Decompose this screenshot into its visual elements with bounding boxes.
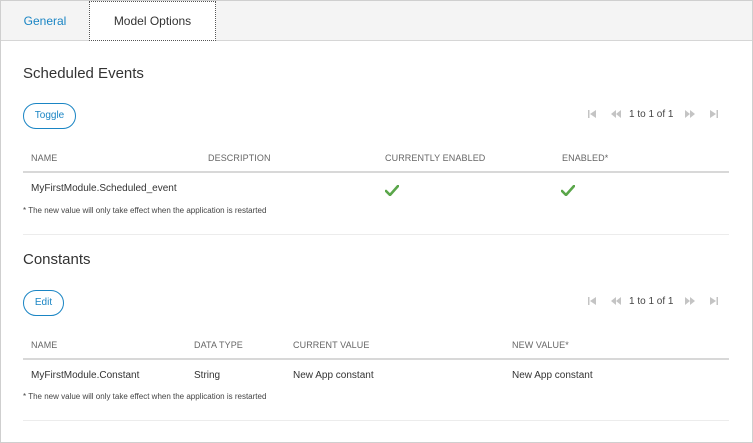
column-header-data-type[interactable]: DATA TYPE <box>194 340 243 350</box>
last-page-icon[interactable] <box>707 106 721 122</box>
pager-status: 1 to 1 of 1 <box>629 295 674 307</box>
restart-footnote: * The new value will only take effect wh… <box>23 206 267 215</box>
previous-page-icon[interactable] <box>609 293 623 309</box>
constants-pager: 1 to 1 of 1 <box>585 293 721 309</box>
pager-status: 1 to 1 of 1 <box>629 108 674 120</box>
next-page-icon[interactable] <box>683 293 697 309</box>
header-divider <box>23 171 729 173</box>
constant-data-type: String <box>194 370 221 381</box>
edit-button[interactable]: Edit <box>23 290 64 316</box>
toggle-button[interactable]: Toggle <box>23 103 76 129</box>
column-header-currently-enabled[interactable]: CURRENTLY ENABLED <box>385 153 485 163</box>
scheduled-events-title: Scheduled Events <box>23 65 144 82</box>
next-page-icon[interactable] <box>683 106 697 122</box>
constants-title: Constants <box>23 251 91 268</box>
scheduled-events-pager: 1 to 1 of 1 <box>585 106 721 122</box>
column-header-enabled[interactable]: ENABLED* <box>562 153 608 163</box>
event-name: MyFirstModule.Scheduled_event <box>31 183 177 194</box>
first-page-icon[interactable] <box>585 106 599 122</box>
model-options-panel: General Model Options Scheduled Events T… <box>0 0 753 443</box>
constant-new-value[interactable]: New App constant <box>512 370 593 381</box>
checkmark-icon[interactable] <box>560 183 576 201</box>
tab-general[interactable]: General <box>1 1 89 41</box>
checkmark-icon <box>384 183 400 201</box>
tab-bar: General Model Options <box>1 1 752 41</box>
constant-current-value: New App constant <box>293 370 374 381</box>
section-divider <box>23 420 729 421</box>
previous-page-icon[interactable] <box>609 106 623 122</box>
tab-model-options[interactable]: Model Options <box>89 1 216 41</box>
section-divider <box>23 234 729 235</box>
last-page-icon[interactable] <box>707 293 721 309</box>
column-header-description[interactable]: DESCRIPTION <box>208 153 271 163</box>
column-header-new-value[interactable]: NEW VALUE* <box>512 340 569 350</box>
column-header-name[interactable]: NAME <box>31 153 57 163</box>
restart-footnote: * The new value will only take effect wh… <box>23 392 267 401</box>
column-header-current-value[interactable]: CURRENT VALUE <box>293 340 369 350</box>
first-page-icon[interactable] <box>585 293 599 309</box>
header-divider <box>23 358 729 360</box>
constant-name: MyFirstModule.Constant <box>31 370 140 381</box>
column-header-name[interactable]: NAME <box>31 340 57 350</box>
